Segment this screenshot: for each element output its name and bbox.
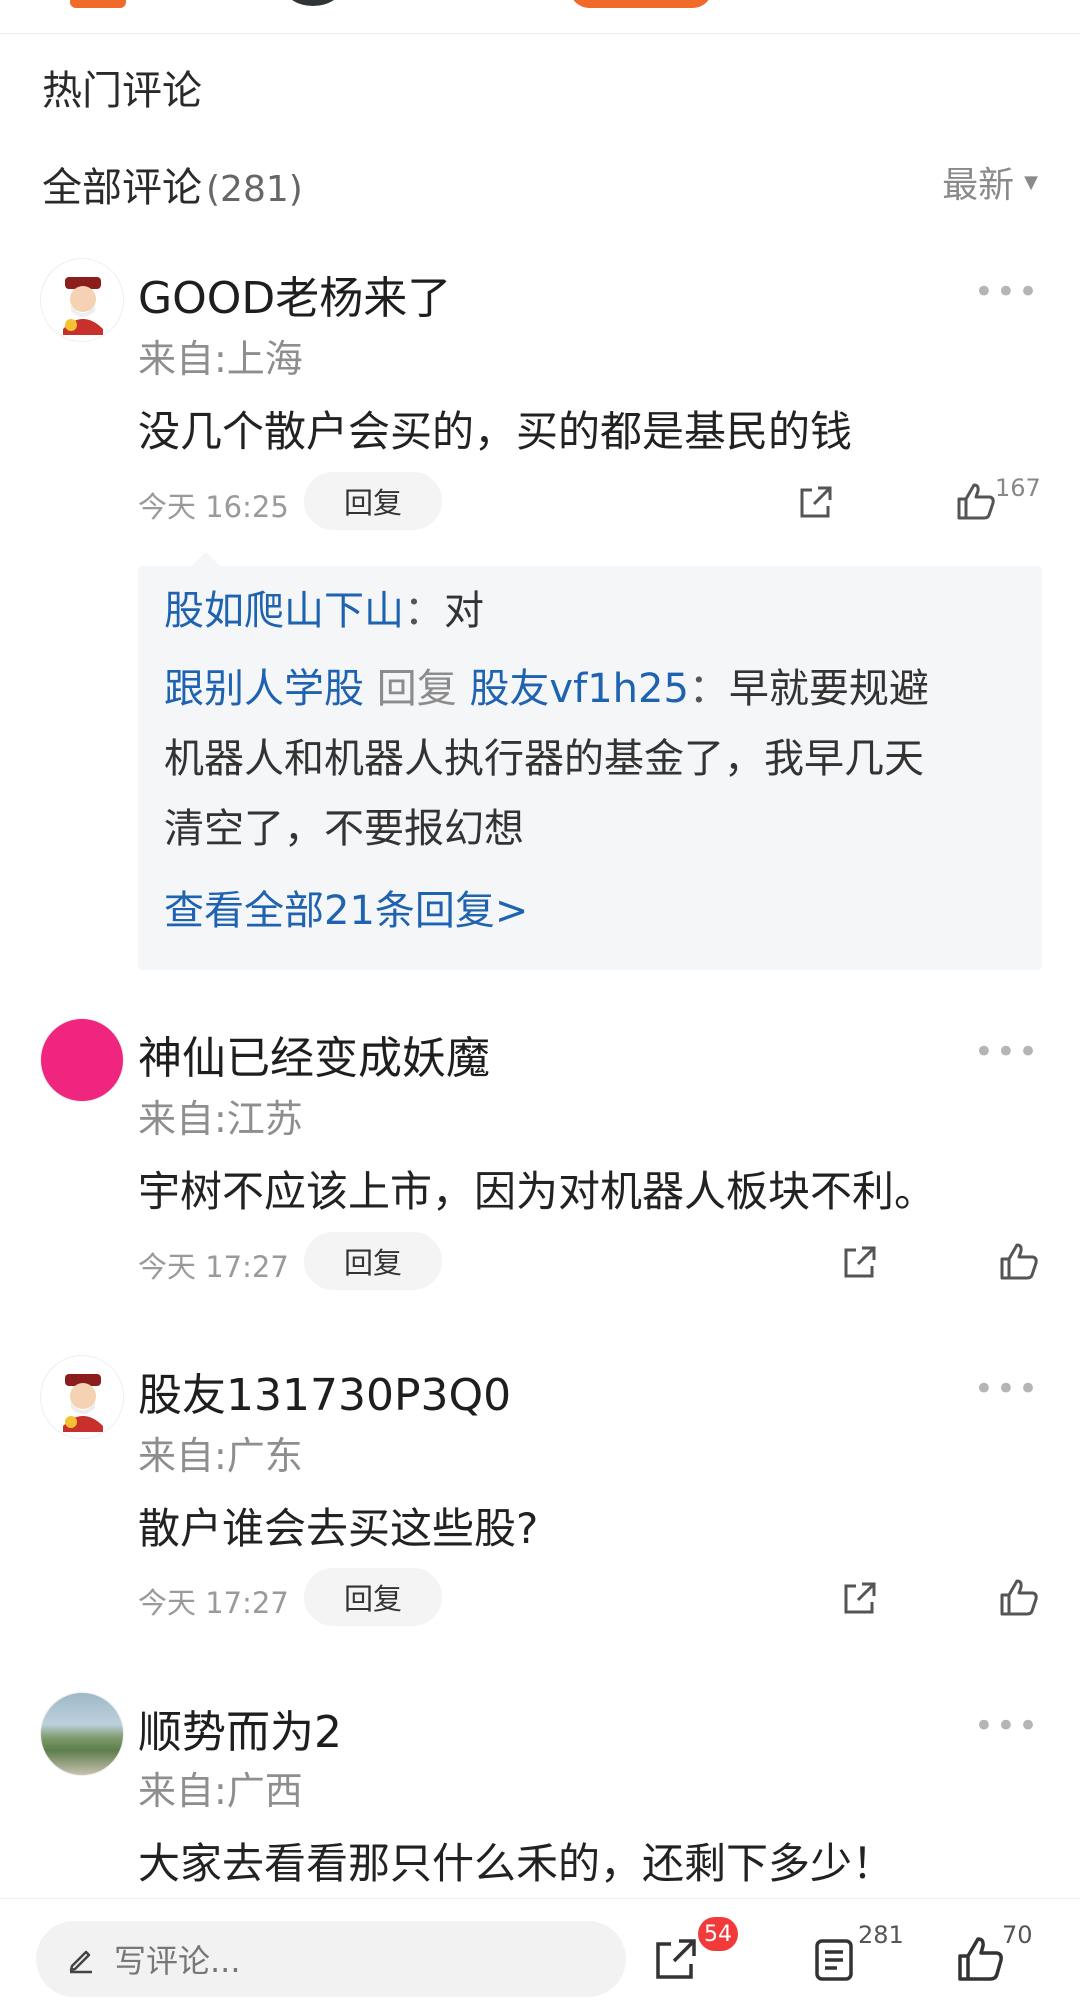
thumbs-up-icon[interactable] [955, 481, 997, 521]
all-comments-title: 全部评论 (281) [42, 155, 303, 213]
more-options-icon[interactable]: ••• [974, 1032, 1040, 1072]
view-all-replies-link[interactable]: 查看全部21条回复> [164, 876, 528, 946]
comment-time: 今天 17:27 [138, 1250, 289, 1284]
all-comments-label: 全部评论 [42, 165, 202, 211]
follow-button[interactable] [570, 0, 712, 8]
reply-button[interactable]: 回复 [304, 1568, 442, 1626]
write-comment-input[interactable]: 写评论... [36, 1921, 626, 1997]
like-count: 70 [1002, 1921, 1033, 1949]
avatar[interactable] [40, 1355, 124, 1439]
like-count: 167 [995, 474, 1041, 502]
back-button[interactable] [70, 0, 126, 8]
thumbs-up-icon[interactable] [998, 1241, 1040, 1281]
reply-username[interactable]: 跟别人学股 [164, 666, 364, 712]
avatar[interactable] [40, 1692, 124, 1776]
location: 来自:上海 [138, 337, 303, 381]
hot-comments-title: 热门评论 [42, 68, 202, 114]
reply-line: 股如爬山下山：对 [164, 588, 484, 634]
pencil-icon [69, 1950, 92, 1974]
avatar[interactable] [40, 1018, 124, 1102]
username[interactable]: GOOD老杨来了 [138, 262, 451, 326]
bottom-action-bar: 写评论... 54 281 70 [0, 1898, 1080, 2009]
reply-target-username[interactable]: 股友vf1h25 [469, 666, 688, 712]
sort-label: 最新 [942, 165, 1015, 206]
comment-text: 宇树不应该上市，因为对机器人板块不利。 [138, 1167, 937, 1216]
more-options-icon[interactable]: ••• [974, 1369, 1040, 1409]
share-icon[interactable] [840, 1242, 880, 1282]
all-comments-count: (281) [206, 169, 303, 210]
share-count-badge: 54 [698, 1917, 738, 1951]
author-avatar[interactable] [285, 0, 341, 6]
comment-time: 今天 17:27 [138, 1586, 289, 1620]
reply-username[interactable]: 股如爬山下山 [164, 588, 404, 634]
thumbs-up-icon[interactable] [956, 1935, 1004, 1983]
comment-text: 散户谁会去买这些股? [138, 1504, 539, 1553]
username[interactable]: 股友131730P3Q0 [138, 1359, 511, 1423]
more-options-icon[interactable]: ••• [974, 272, 1040, 312]
god-of-wealth-icon [41, 1356, 123, 1438]
username[interactable]: 顺势而为2 [138, 1696, 342, 1760]
comment-list-icon[interactable] [810, 1935, 858, 1983]
location: 来自:江苏 [138, 1097, 303, 1141]
avatar[interactable] [40, 258, 124, 342]
reply-button[interactable]: 回复 [304, 472, 442, 530]
share-icon[interactable] [840, 1578, 880, 1618]
comment-text: 没几个散户会买的，买的都是基民的钱 [138, 407, 853, 456]
reply-line: 跟别人学股 回复 股友vf1h25：早就要规避 [164, 666, 929, 712]
more-options-icon[interactable]: ••• [974, 1706, 1040, 1746]
location: 来自:广西 [138, 1769, 303, 1813]
reply-preview-box[interactable]: 股如爬山下山：对 跟别人学股 回复 股友vf1h25：早就要规避 机器人和机器人… [138, 552, 1042, 970]
reply-text: 早就要规避 [728, 666, 929, 712]
comment-text: 大家去看看那只什么禾的，还剩下多少！ [138, 1839, 895, 1888]
sort-dropdown[interactable]: 最新 ▼ [942, 156, 1038, 208]
thumbs-up-icon[interactable] [998, 1577, 1040, 1617]
location: 来自:广东 [138, 1434, 303, 1478]
username[interactable]: 神仙已经变成妖魔 [138, 1022, 490, 1086]
top-header-strip [0, 0, 1080, 34]
comment-count: 281 [858, 1921, 904, 1949]
write-comment-placeholder: 写评论... [114, 1942, 241, 1980]
share-icon[interactable] [796, 482, 836, 522]
share-icon[interactable] [652, 1935, 700, 1983]
reply-text: 对 [444, 588, 484, 634]
reply-keyword: 回复 [376, 666, 457, 712]
comment-time: 今天 16:25 [138, 490, 289, 524]
reply-button[interactable]: 回复 [304, 1232, 442, 1290]
reply-text-line: 机器人和机器人执行器的基金了，我早几天 [164, 736, 924, 782]
caret-down-icon: ▼ [1024, 171, 1038, 193]
reply-text-line: 清空了，不要报幻想 [164, 806, 524, 852]
god-of-wealth-icon [41, 259, 123, 341]
